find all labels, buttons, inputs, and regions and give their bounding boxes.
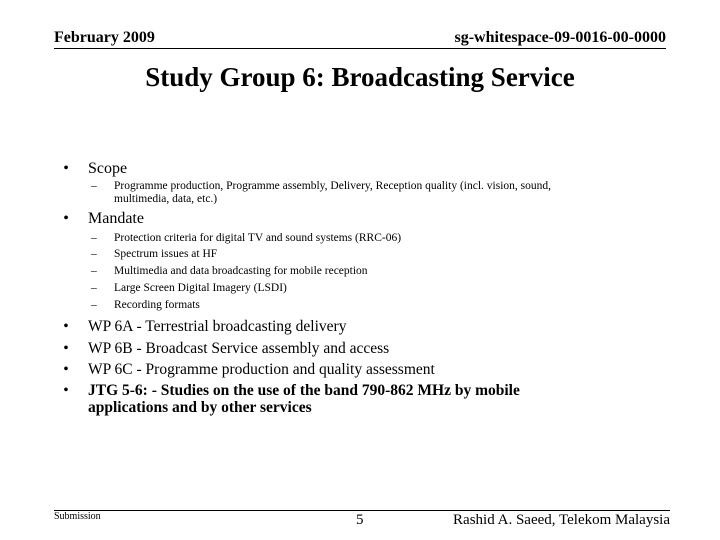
sub-item-text: Protection criteria for digital TV and s…: [114, 232, 402, 244]
header-divider: [54, 48, 666, 49]
bullet-wp-text: WP 6B - Broadcast Service assembly and a…: [88, 340, 390, 357]
bullet-icon: •: [63, 160, 69, 177]
footer-author: Rashid A. Saeed, Telekom Malaysia: [453, 512, 670, 528]
sub-item-scope-line1: Programme production, Programme assembly…: [114, 180, 552, 192]
footer-divider: [54, 510, 670, 511]
bullet-icon: •: [63, 318, 69, 335]
sub-item-text: Large Screen Digital Imagery (LSDI): [114, 282, 287, 294]
sub-item-text: Spectrum issues at HF: [114, 248, 218, 260]
dash-icon: –: [91, 180, 97, 192]
sub-item-scope-line2: multimedia, data, etc.): [114, 193, 218, 205]
sub-item-text: Multimedia and data broadcasting for mob…: [114, 265, 368, 277]
bullet-icon: •: [63, 210, 69, 227]
bullet-jtg-line2: applications and by other services: [88, 399, 312, 416]
footer-submission: Submission: [54, 511, 101, 522]
bullet-scope-label: Scope: [88, 160, 128, 177]
dash-icon: –: [91, 282, 97, 294]
bullet-mandate-label: Mandate: [88, 210, 144, 227]
header-date: February 2009: [54, 29, 155, 46]
page-number: 5: [356, 512, 364, 528]
bullet-wp-text: WP 6C - Programme production and quality…: [88, 361, 435, 378]
slide-title: Study Group 6: Broadcasting Service: [145, 62, 575, 92]
dash-icon: –: [91, 232, 97, 244]
dash-icon: –: [91, 248, 97, 260]
bullet-wp-text: WP 6A - Terrestrial broadcasting deliver…: [88, 318, 347, 335]
sub-item-text: Recording formats: [114, 299, 200, 311]
bullet-icon: •: [63, 382, 69, 399]
bullet-icon: •: [63, 361, 69, 378]
slide: February 2009 sg-whitespace-09-0016-00-0…: [0, 0, 720, 540]
dash-icon: –: [91, 299, 97, 311]
dash-icon: –: [91, 265, 97, 277]
header-document-id: sg-whitespace-09-0016-00-0000: [454, 29, 666, 46]
bullet-icon: •: [63, 340, 69, 357]
bullet-jtg-line1: JTG 5-6: - Studies on the use of the ban…: [88, 382, 520, 399]
